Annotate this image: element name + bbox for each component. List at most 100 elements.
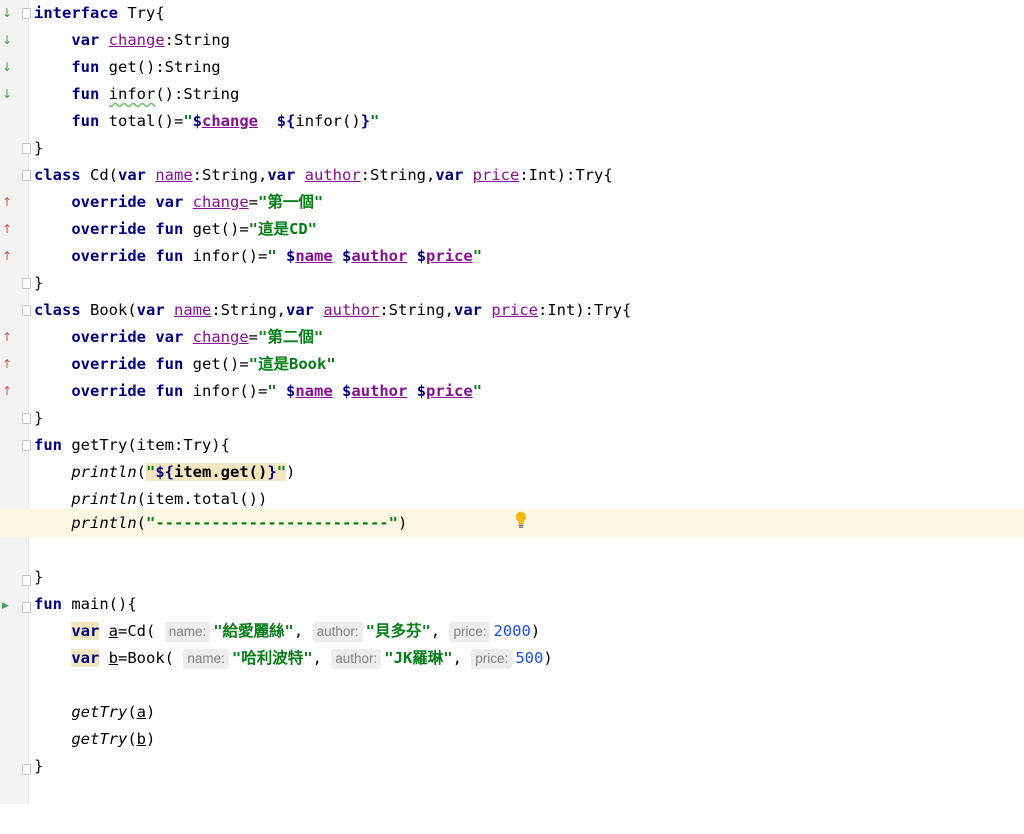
keyword: var [71,622,100,640]
code-text: infor()= [183,247,268,265]
keyword: var [71,31,100,49]
code-line[interactable]: var change:String [0,27,1024,54]
code-line[interactable]: fun total()="$change ${infor()}" [0,108,1024,135]
template-marker: $ [342,247,352,265]
variable-name: a [108,622,119,640]
code-line[interactable]: var a=Cd( name: "給愛麗絲", author: "貝多芬", pri… [0,618,1024,645]
keyword: fun [34,436,62,454]
code-line[interactable]: } [0,753,1024,780]
keyword: fun [155,220,184,238]
keyword: fun [34,595,62,613]
code-line[interactable]: override var change="第二個" [0,324,1024,351]
number: 2000 [493,622,531,640]
string [407,382,416,400]
property-name: change [192,328,249,346]
code-text: , [293,622,304,640]
property-name: price [491,301,539,319]
code-text: :String, [379,301,454,319]
code-text: ( [127,730,137,748]
code-line[interactable]: getTry(a) [0,699,1024,726]
string: " [267,382,286,400]
string: "第二個" [258,328,324,346]
string: " [472,382,483,400]
keyword: class [34,301,81,319]
function-call: println [71,490,137,508]
code-text: Cd( [80,166,118,184]
code-text: ) [146,703,156,721]
template-marker: } [267,463,277,481]
string: " [370,112,380,130]
code-line[interactable]: var b=Book( name: "哈利波特", author: "JK羅琳", … [0,645,1024,672]
code-line[interactable]: fun infor():String [0,81,1024,108]
keyword: fun [155,382,184,400]
code-text: :String, [211,301,286,319]
code-text: Book( [80,301,137,319]
code-line[interactable]: fun getTry(item:Try){ [0,432,1024,459]
code-line[interactable]: override fun infor()=" $name $author $pr… [0,378,1024,405]
keyword: class [34,166,81,184]
template-marker: $ [192,112,203,130]
code-text: ( [136,514,146,532]
code-line[interactable]: fun get():String [0,54,1024,81]
code-text: main(){ [62,595,137,613]
string: " [183,112,193,130]
code-text: } [34,274,44,292]
template-marker: $ [416,247,427,265]
code-line[interactable]: override var change="第一個" [0,189,1024,216]
code-text: } [34,757,44,775]
property-name: change [108,31,165,49]
keyword: var [267,166,296,184]
string [333,247,342,265]
keyword: var [118,166,146,184]
code-text: get()= [183,220,249,238]
keyword: override [71,220,146,238]
code-line[interactable]: interface Try{ [0,0,1024,27]
code-line[interactable]: } [0,135,1024,162]
string: "給愛麗絲" [213,622,294,640]
code-line[interactable]: } [0,564,1024,591]
code-text: ( [127,703,137,721]
code-text: getTry(item:Try){ [62,436,230,454]
caret-line[interactable]: println("-------------------------") [0,509,1024,537]
function-call: getTry [71,703,128,721]
code-line[interactable]: println("${item.get()}") [0,459,1024,486]
variable-name: b [108,649,119,667]
code-line[interactable]: class Book(var name:String,var author:St… [0,297,1024,324]
code-line[interactable]: } [0,270,1024,297]
variable-name: b [136,730,147,748]
code-text: , [430,622,441,640]
code-line[interactable]: class Cd(var name:String,var author:Stri… [0,162,1024,189]
parameter-hint: author: [331,649,382,669]
code-line[interactable]: override fun get()="這是CD" [0,216,1024,243]
code-editor[interactable]: ↓ ↓ ↓ ↓ ↑ ↑ ↑ ↑ ↑ ↑ ▶ interface Try{ var… [0,0,1024,804]
keyword: fun [155,247,184,265]
keyword: var [286,301,314,319]
code-text: , [452,649,462,667]
code-text: ( [136,463,146,481]
code-text: =Cd( [118,622,156,640]
code-text: ) [286,463,296,481]
code-line[interactable]: } [0,405,1024,432]
code-line[interactable]: getTry(b) [0,726,1024,753]
function-name: infor [108,85,156,103]
keyword: var [71,649,100,667]
string: "哈利波特" [231,649,313,667]
keyword: var [155,193,184,211]
keyword: fun [71,58,100,76]
string: " [267,247,286,265]
code-text: = [248,193,259,211]
template-marker: $ [286,247,296,265]
function-call: println [71,463,137,481]
keyword: override [71,355,146,373]
code-line[interactable]: override fun get()="這是Book" [0,351,1024,378]
code-line[interactable]: override fun infor()=" $name $author $pr… [0,243,1024,270]
keyword: var [136,301,165,319]
code-line[interactable]: fun main(){ [0,591,1024,618]
keyword: var [435,166,464,184]
parameter-hint: name: [183,649,229,669]
keyword: fun [71,112,100,130]
keyword: override [71,382,146,400]
property-name: change [202,112,259,130]
string [258,112,277,130]
lightbulb-icon[interactable] [514,511,528,529]
